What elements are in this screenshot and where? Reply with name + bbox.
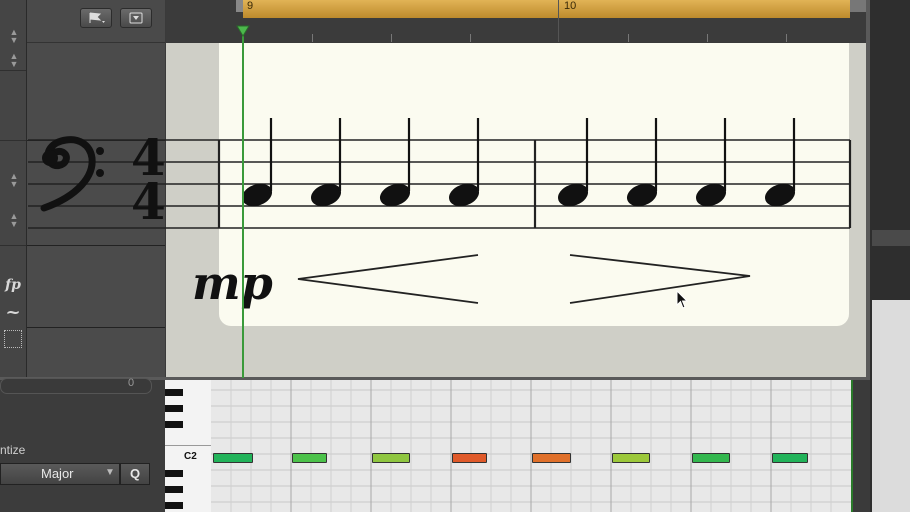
- decrescendo-hairpin: [569, 254, 751, 304]
- midi-note[interactable]: [532, 453, 571, 463]
- quantize-button[interactable]: Q: [120, 463, 150, 485]
- black-key[interactable]: [165, 470, 183, 477]
- black-key[interactable]: [165, 486, 183, 493]
- black-key[interactable]: [165, 389, 183, 396]
- dynamic-marking[interactable]: mp: [192, 258, 273, 308]
- region-end-line: [851, 380, 853, 512]
- grid-lines: [211, 380, 851, 512]
- crescendo-hairpin: [297, 254, 479, 304]
- notes: [241, 118, 796, 207]
- midi-note[interactable]: [372, 453, 410, 463]
- midi-note[interactable]: [292, 453, 327, 463]
- key-label-c2: C2: [184, 451, 197, 462]
- black-key[interactable]: [165, 421, 183, 428]
- playhead[interactable]: [242, 34, 244, 378]
- grid-extension: [872, 300, 910, 512]
- mouse-pointer-icon: [676, 290, 689, 309]
- scale-select-value: Major: [41, 466, 74, 481]
- time-signature: 4 4: [131, 133, 166, 231]
- black-key[interactable]: [165, 405, 183, 412]
- right-control[interactable]: [872, 230, 910, 246]
- midi-note[interactable]: [772, 453, 808, 463]
- midi-note[interactable]: [452, 453, 487, 463]
- playhead-marker-icon[interactable]: [236, 24, 250, 38]
- scale-select[interactable]: Major ▼: [0, 463, 120, 485]
- time-signature-bottom: 4: [131, 172, 166, 231]
- chevron-down-icon: ▼: [105, 467, 115, 478]
- key-divider: [165, 445, 211, 446]
- bass-clef-icon: [40, 136, 104, 212]
- midi-note[interactable]: [692, 453, 730, 463]
- slider-value: 0: [128, 377, 135, 389]
- midi-note[interactable]: [612, 453, 650, 463]
- midi-note[interactable]: [213, 453, 253, 463]
- black-key[interactable]: [165, 502, 183, 509]
- quantize-label: ntize: [0, 443, 26, 457]
